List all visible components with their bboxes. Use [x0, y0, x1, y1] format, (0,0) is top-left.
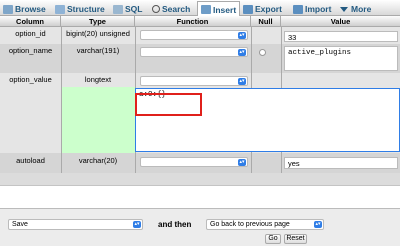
insert-table: Column Type Function Null Value option_i… [0, 16, 400, 173]
function-select[interactable]: ▴▾ [140, 157, 248, 167]
column-type: varchar(20) [78, 156, 118, 165]
value-textarea-option-name[interactable]: active_plugins [284, 46, 398, 71]
save-action-select[interactable]: Save ▴▾ [8, 219, 143, 230]
import-icon [293, 4, 303, 14]
go-button[interactable]: Go [265, 234, 281, 244]
header-column: Column [0, 16, 61, 27]
tab-insert[interactable]: Insert [197, 1, 241, 17]
value-input-option-id[interactable]: 33 [284, 31, 398, 42]
select-arrows-icon: ▴▾ [133, 221, 141, 228]
column-type: varchar(191) [76, 46, 120, 55]
column-type: bigint(20) unsigned [66, 29, 130, 38]
tab-more[interactable]: More [340, 2, 371, 16]
value-input-autoload[interactable]: yes [284, 157, 398, 169]
search-icon [152, 5, 160, 13]
header-function: Function [135, 16, 251, 27]
sql-icon [113, 4, 123, 14]
select-arrows-icon: ▴▾ [314, 221, 322, 228]
column-type: longtext [84, 75, 112, 84]
tab-bar: Browse Structure SQL Search Insert Expor… [0, 0, 400, 17]
tab-sql[interactable]: SQL [113, 2, 142, 16]
select-arrows-icon: ▴▾ [238, 49, 246, 56]
header-null: Null [251, 16, 281, 27]
header-type: Type [61, 16, 135, 27]
column-name: autoload [16, 156, 45, 165]
function-select[interactable]: ▴▾ [140, 76, 248, 86]
select-arrows-icon: ▴▾ [238, 32, 246, 39]
after-insert-select[interactable]: Go back to previous page ▴▾ [206, 219, 324, 230]
chevron-down-icon [340, 6, 348, 12]
tab-import[interactable]: Import [293, 2, 331, 16]
function-select[interactable]: ▴▾ [140, 30, 248, 40]
tab-structure[interactable]: Structure [55, 2, 105, 16]
select-arrows-icon: ▴▾ [238, 159, 246, 166]
function-select[interactable]: ▴▾ [140, 47, 248, 57]
browse-icon [3, 4, 13, 14]
column-name: option_value [9, 75, 52, 84]
insert-actions: Save ▴▾ and then Go back to previous pag… [0, 208, 400, 246]
tab-search[interactable]: Search [152, 2, 190, 16]
tab-export[interactable]: Export [243, 2, 282, 16]
null-checkbox[interactable] [259, 49, 266, 56]
reset-button[interactable]: Reset [284, 234, 307, 244]
separator-bar [0, 173, 400, 186]
select-arrows-icon: ▴▾ [238, 78, 246, 85]
column-name: option_name [8, 46, 53, 55]
insert-icon [201, 5, 211, 14]
structure-icon [55, 4, 65, 14]
header-value: Value [281, 16, 400, 27]
export-icon [243, 4, 253, 14]
row-highlight [61, 87, 135, 153]
annotation-highlight-box [135, 93, 202, 116]
tab-browse[interactable]: Browse [3, 2, 46, 16]
and-then-label: and then [158, 220, 192, 229]
column-name: option_id [15, 29, 46, 38]
